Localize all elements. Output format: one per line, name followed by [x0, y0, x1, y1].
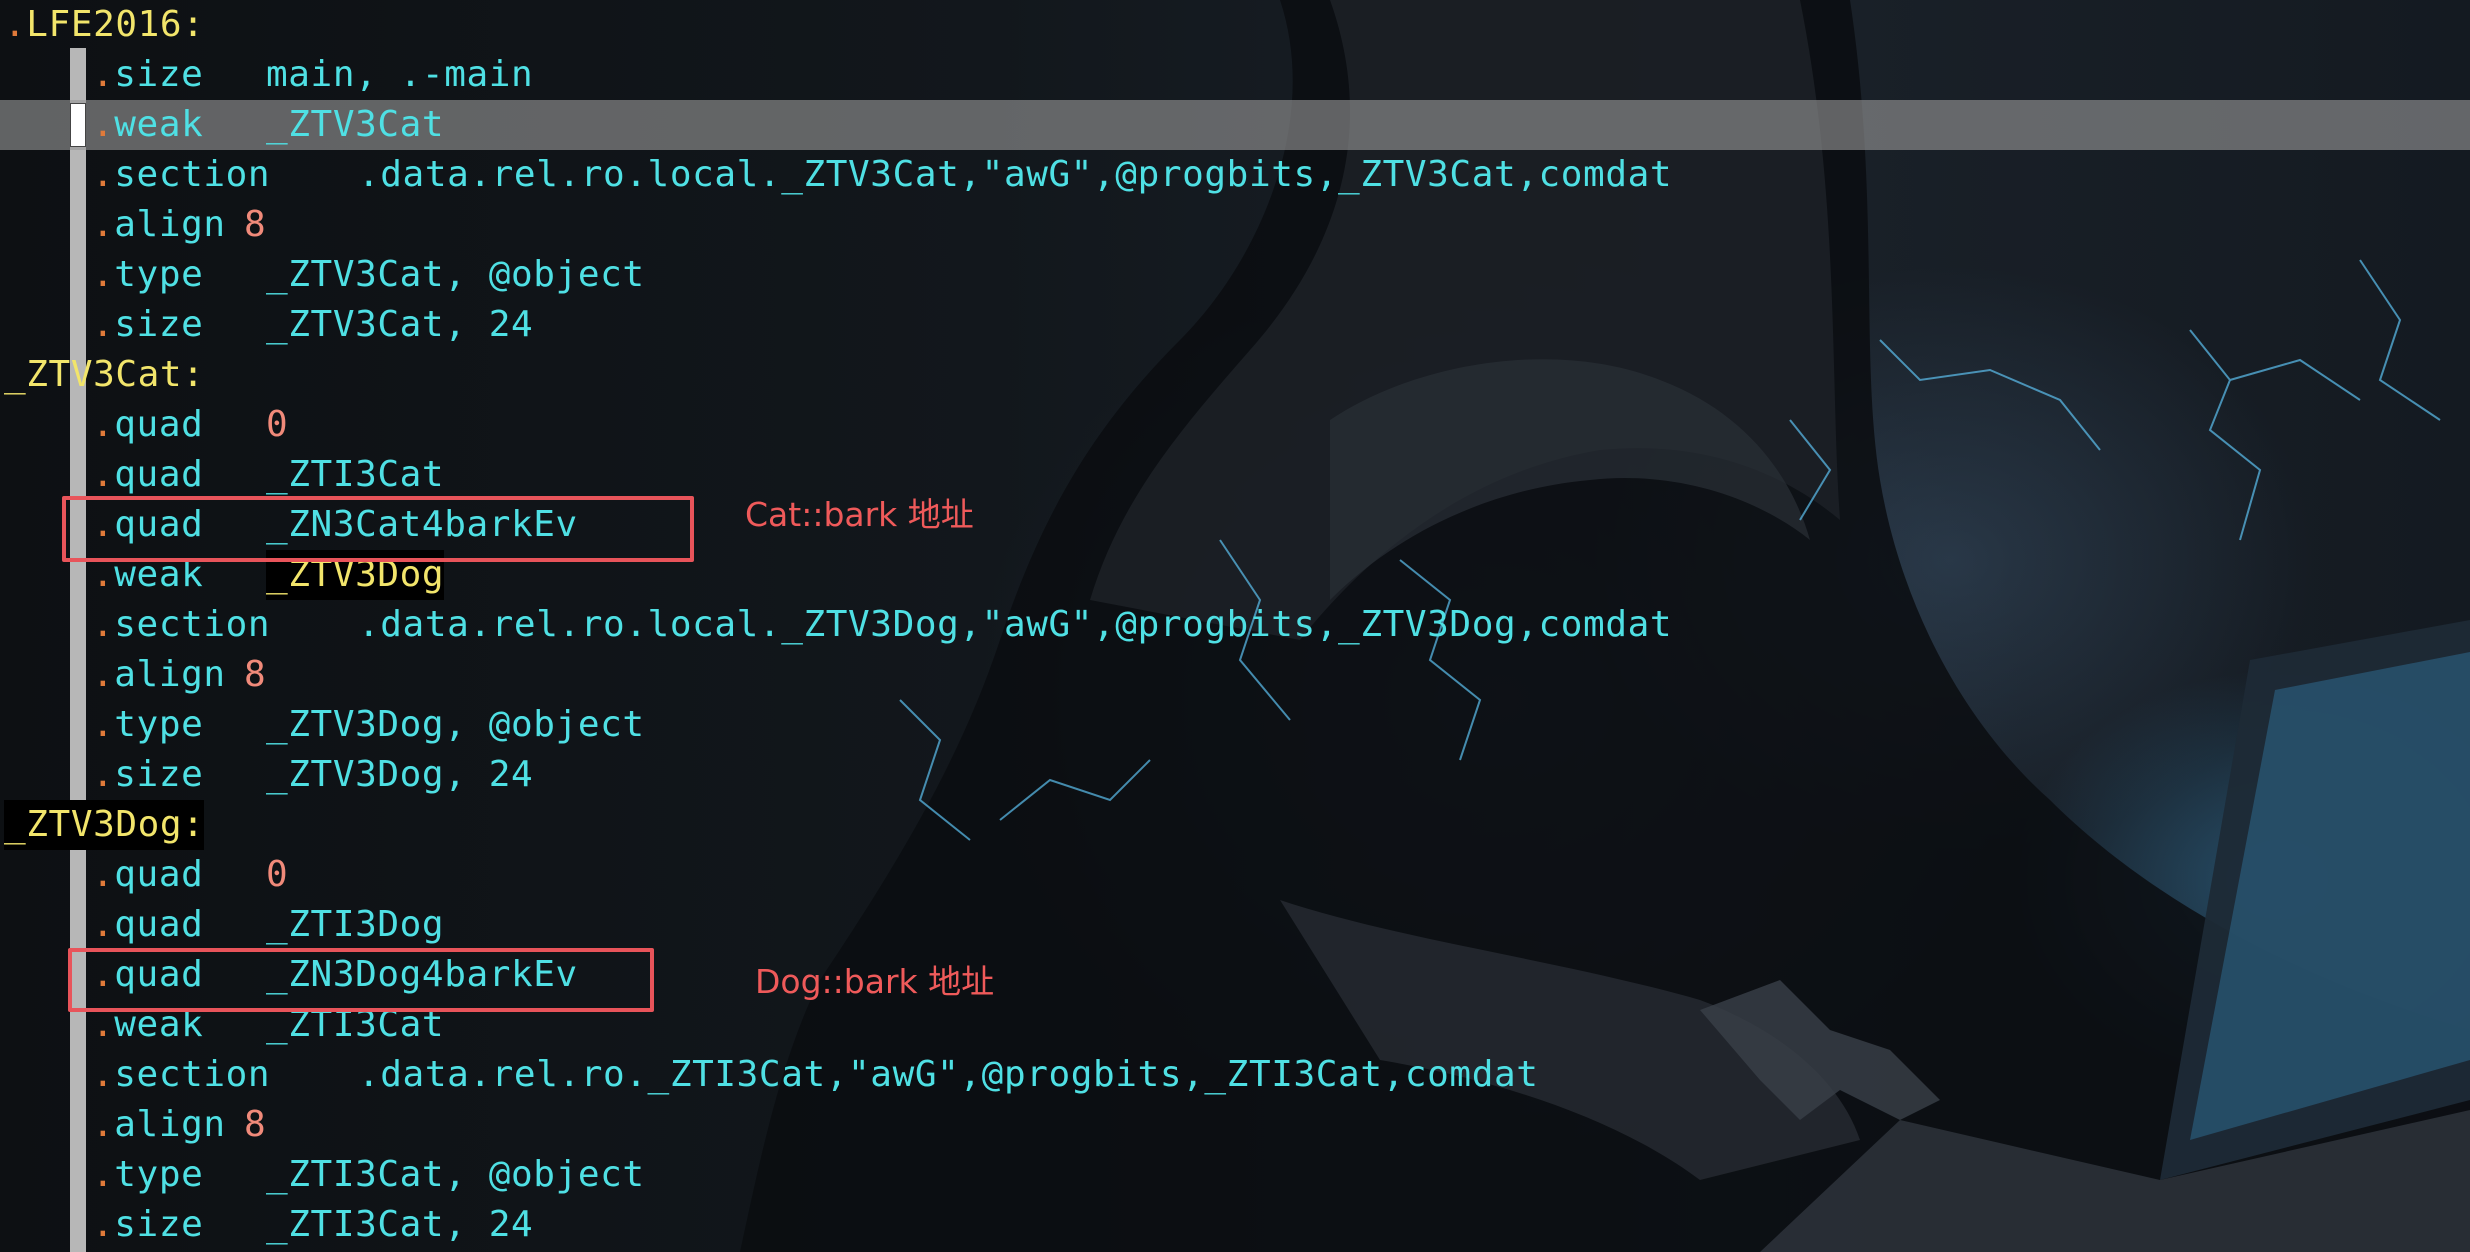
- mnemonic: .quad: [92, 404, 204, 445]
- label-text: LFE2016:: [26, 4, 205, 45]
- editor-window: .LFE2016: .size main, .-main .weak _ZTV3…: [0, 0, 2470, 1252]
- code-line[interactable]: .size _ZTI3Cat, 24: [0, 1200, 2470, 1250]
- code-line[interactable]: .section .data.rel.ro._ZTI3Cat,"awG",@pr…: [0, 1050, 2470, 1100]
- operand: 8: [244, 654, 267, 695]
- operand: _ZTV3Cat, 24: [266, 304, 534, 345]
- operand: .data.rel.ro._ZTI3Cat,"awG",@progbits,_Z…: [358, 1054, 1539, 1095]
- code-line[interactable]: .size _ZTV3Cat, 24: [0, 300, 2470, 350]
- operand: .data.rel.ro.local._ZTV3Dog,"awG",@progb…: [358, 604, 1673, 645]
- label-text: _ZTV3Cat:: [4, 354, 205, 395]
- operand: _ZTV3Cat, @object: [266, 254, 645, 295]
- mnemonic: .align: [92, 204, 226, 245]
- code-line[interactable]: .quad _ZTI3Cat: [0, 450, 2470, 500]
- operand: 8: [244, 204, 267, 245]
- mnemonic: .size: [92, 1204, 204, 1245]
- code-line[interactable]: .type _ZTI3Cat, @object: [0, 1150, 2470, 1200]
- code-line[interactable]: .quad _ZTI3Dog: [0, 900, 2470, 950]
- code-line[interactable]: .align 8: [0, 650, 2470, 700]
- mnemonic: .type: [92, 254, 204, 295]
- operand: _ZTI3Cat: [266, 454, 445, 495]
- code-line[interactable]: .quad 0: [0, 850, 2470, 900]
- operand: main, .-main: [266, 54, 534, 95]
- operand: _ZTI3Cat, @object: [266, 1154, 645, 1195]
- mnemonic: .align: [92, 654, 226, 695]
- mnemonic: .quad: [92, 904, 204, 945]
- operand: _ZTV3Dog, 24: [266, 754, 534, 795]
- operand: 8: [244, 1104, 267, 1145]
- text-cursor: [70, 103, 86, 147]
- operand: 0: [266, 404, 289, 445]
- mnemonic: .quad: [92, 854, 204, 895]
- operand: _ZTV3Dog, @object: [266, 704, 645, 745]
- mnemonic: .section: [92, 1054, 271, 1095]
- code-line-label[interactable]: .LFE2016:: [0, 0, 2470, 50]
- mnemonic: .section: [92, 604, 271, 645]
- mnemonic: .quad: [92, 454, 204, 495]
- annotation-label-dog-bark: Dog::bark 地址: [755, 962, 995, 1001]
- mnemonic: .size: [92, 754, 204, 795]
- assembly-code-view[interactable]: .LFE2016: .size main, .-main .weak _ZTV3…: [0, 0, 2470, 1250]
- code-line-label[interactable]: _ZTV3Dog:: [0, 800, 2470, 850]
- code-line[interactable]: .quad 0: [0, 400, 2470, 450]
- mnemonic: .section: [92, 154, 271, 195]
- code-line[interactable]: .align 8: [0, 1100, 2470, 1150]
- code-line-current[interactable]: .weak _ZTV3Cat: [0, 100, 2470, 150]
- mnemonic: .size: [92, 304, 204, 345]
- code-line[interactable]: .size _ZTV3Dog, 24: [0, 750, 2470, 800]
- annotation-label-cat-bark: Cat::bark 地址: [745, 495, 974, 534]
- mnemonic: .type: [92, 1154, 204, 1195]
- code-line[interactable]: .section .data.rel.ro.local._ZTV3Cat,"aw…: [0, 150, 2470, 200]
- operand: .data.rel.ro.local._ZTV3Cat,"awG",@progb…: [358, 154, 1673, 195]
- mnemonic: .weak: [92, 104, 204, 145]
- annotation-box-dog-bark: [68, 948, 654, 1012]
- code-line[interactable]: .section .data.rel.ro.local._ZTV3Dog,"aw…: [0, 600, 2470, 650]
- mnemonic: .align: [92, 1104, 226, 1145]
- operand: 0: [266, 854, 289, 895]
- operand: _ZTI3Cat, 24: [266, 1204, 534, 1245]
- code-line[interactable]: .type _ZTV3Dog, @object: [0, 700, 2470, 750]
- operand: _ZTI3Dog: [266, 904, 445, 945]
- mnemonic: .type: [92, 704, 204, 745]
- code-line-label[interactable]: _ZTV3Cat:: [0, 350, 2470, 400]
- code-line[interactable]: .type _ZTV3Cat, @object: [0, 250, 2470, 300]
- operand: _ZTV3Cat: [266, 104, 445, 145]
- code-line[interactable]: .align 8: [0, 200, 2470, 250]
- annotation-box-cat-bark: [62, 496, 694, 562]
- label-text: _ZTV3Dog:: [4, 800, 205, 850]
- code-line[interactable]: .size main, .-main: [0, 50, 2470, 100]
- mnemonic: .size: [92, 54, 204, 95]
